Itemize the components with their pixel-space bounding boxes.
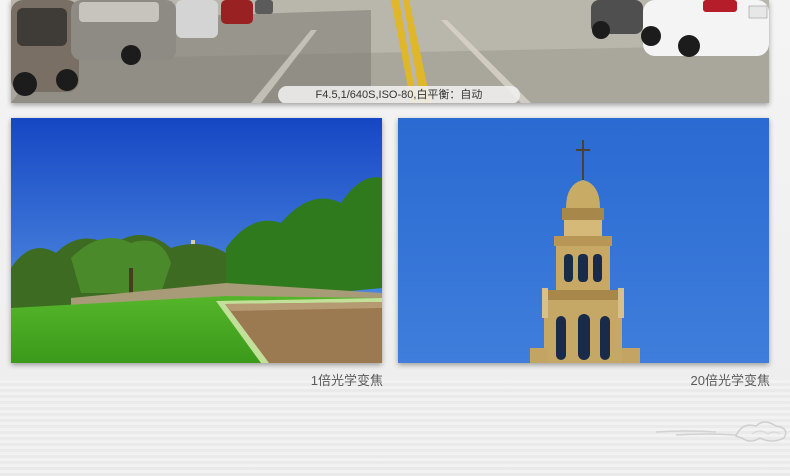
zoom-tower-photo: [398, 118, 769, 363]
wide-angle-landscape-photo: [11, 118, 382, 363]
exif-info-label: F4.5,1/640S,ISO-80,白平衡：自动: [278, 86, 520, 103]
zoom-caption: 20倍光学变焦: [690, 373, 770, 388]
park-scene: [11, 118, 382, 363]
tower-scene: [398, 118, 769, 363]
wide-angle-caption: 1倍光学变焦: [310, 373, 383, 388]
street-photo: F4.5,1/640S,ISO-80,白平衡：自动: [11, 0, 769, 103]
decorative-cloud-ornament: [656, 421, 787, 442]
